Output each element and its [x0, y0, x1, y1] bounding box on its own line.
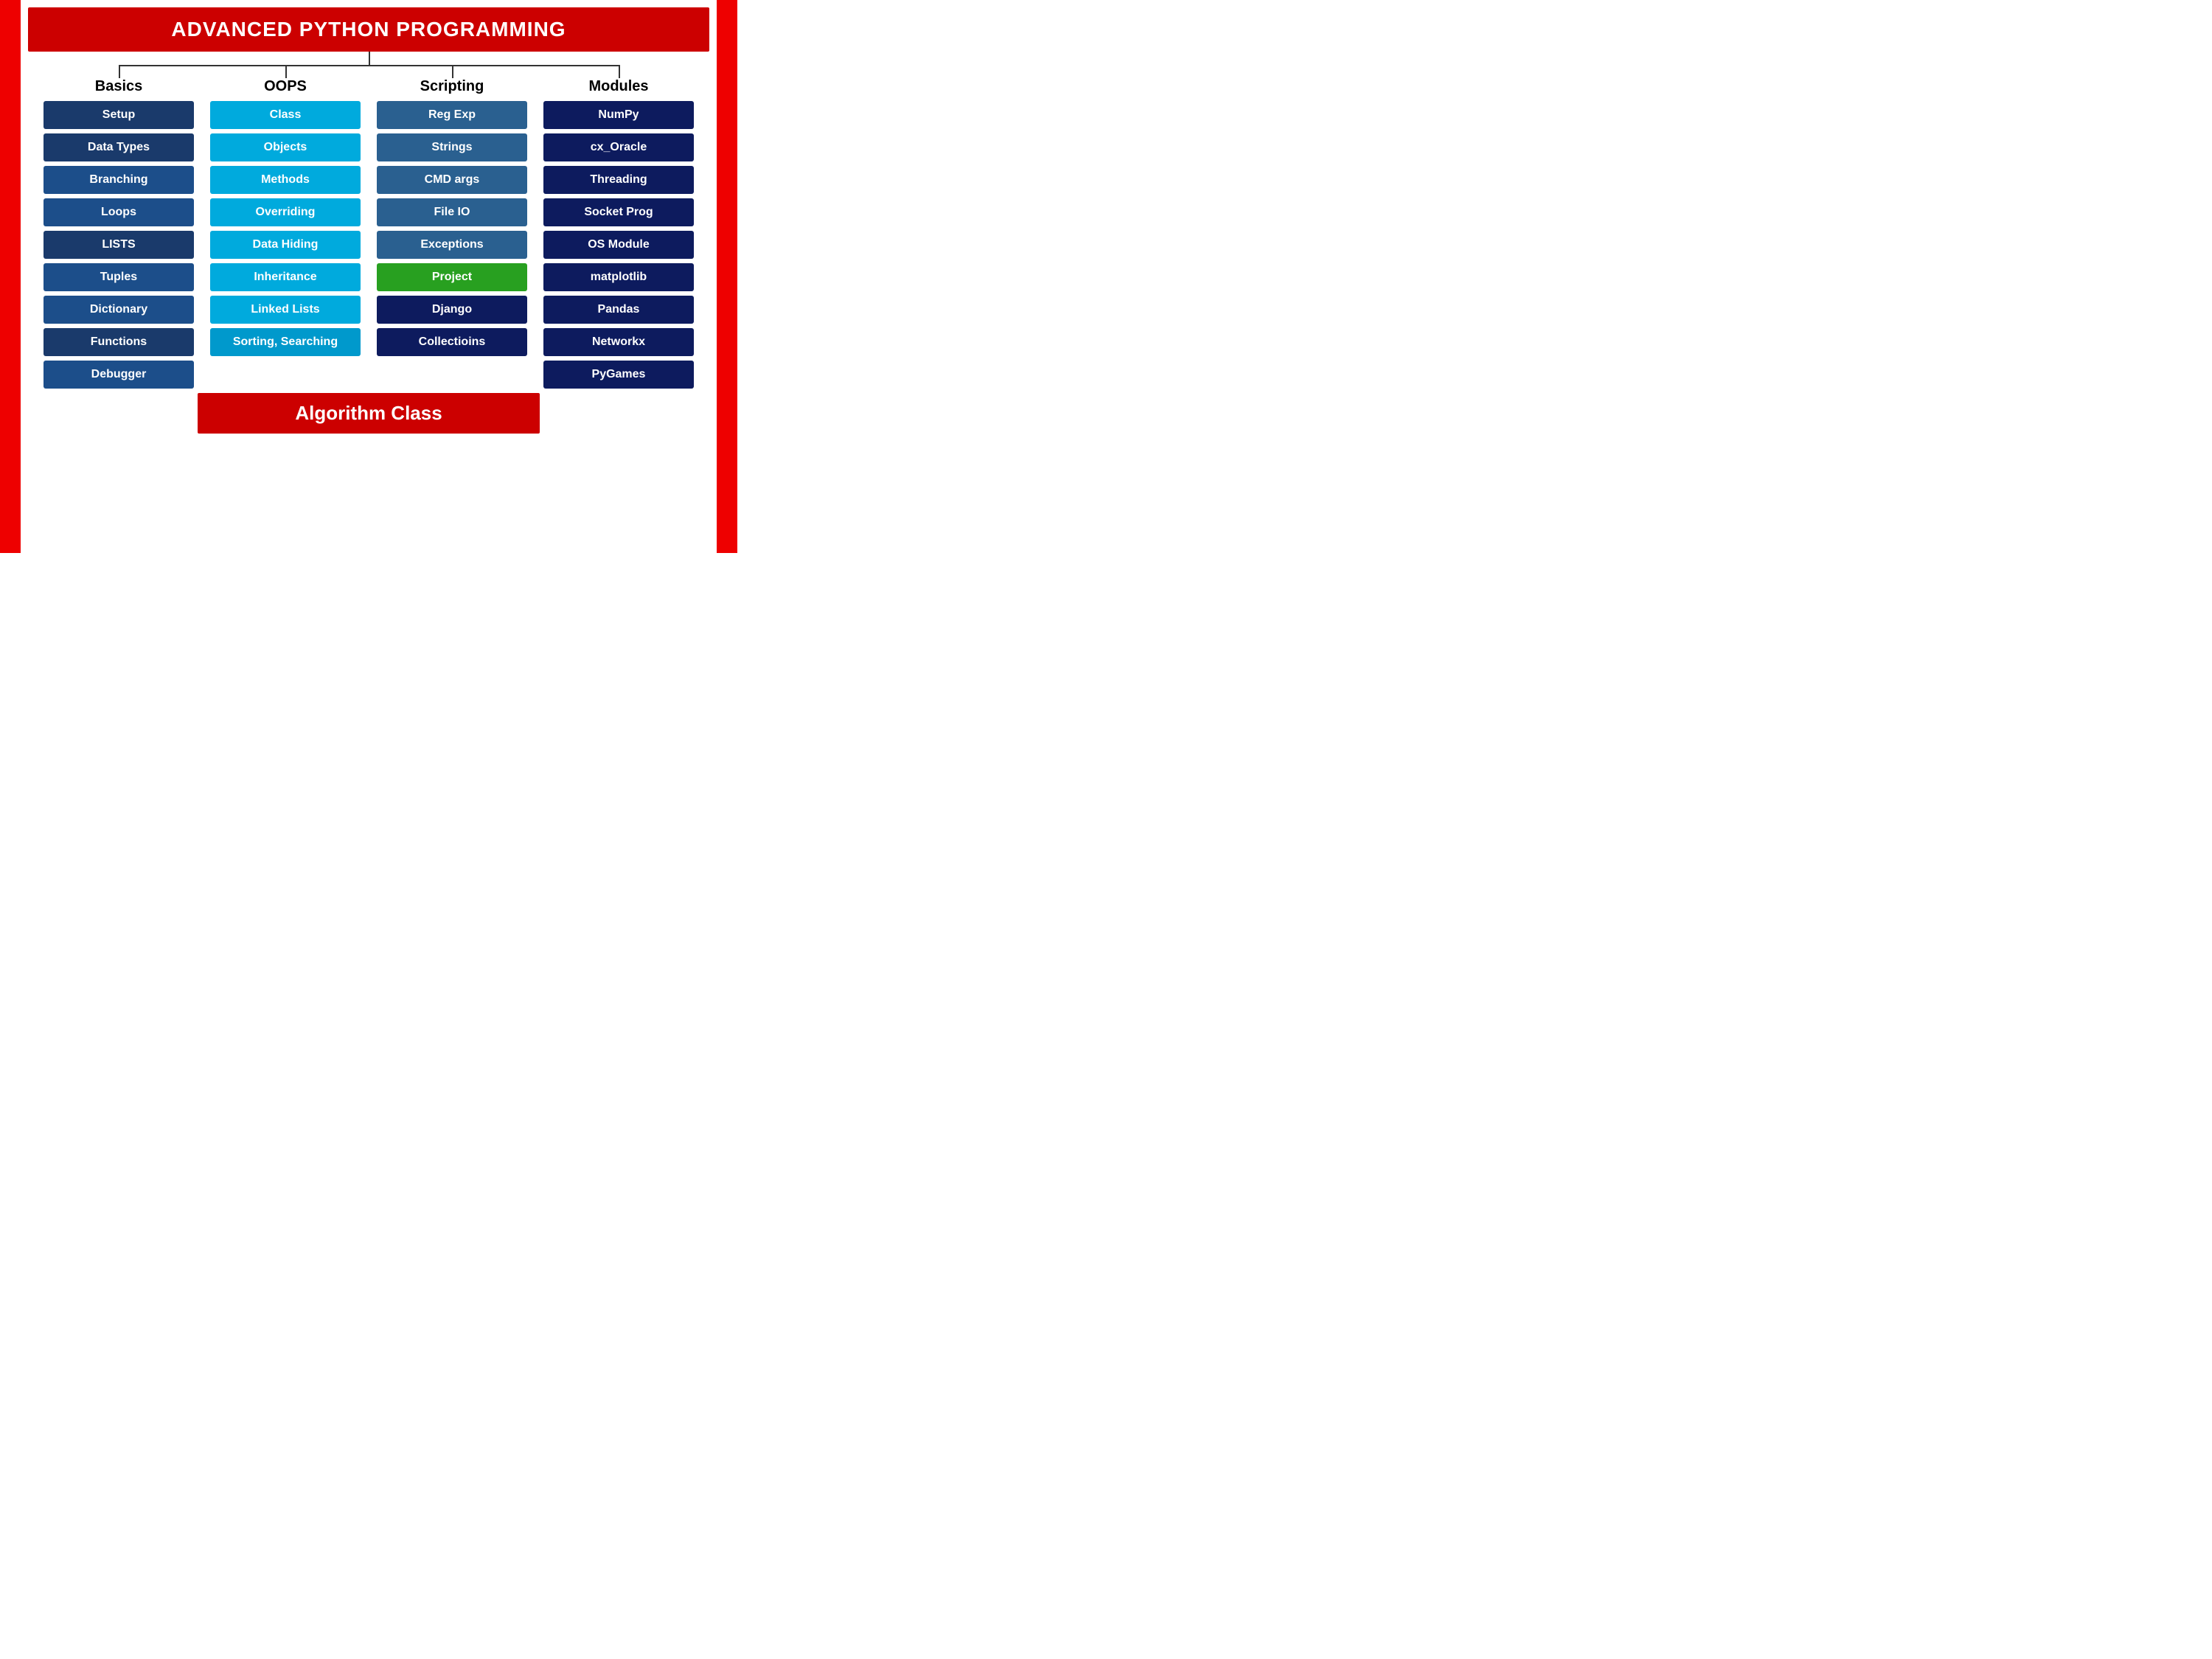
col-header-basics: Basics: [95, 78, 143, 95]
col-header-modules: Modules: [588, 78, 648, 95]
item-scripting-0[interactable]: Reg Exp: [377, 101, 526, 129]
items-list-modules: NumPy cx_Oracle Threading Socket Prog OS Mod…: [543, 101, 693, 389]
item-modules-1[interactable]: cx_Oracle: [543, 133, 693, 161]
item-basics-2[interactable]: Branching: [44, 166, 193, 194]
item-oops-2[interactable]: Methods: [210, 166, 360, 194]
item-modules-8[interactable]: PyGames: [543, 361, 693, 389]
algo-row: Algorithm Class: [35, 393, 702, 434]
page-title: ADVANCED PYTHON PROGRAMMING: [171, 18, 566, 41]
columns-area: Basics Setup Data Types Branching Loops LISTS…: [35, 78, 702, 389]
bar-right: [717, 0, 737, 553]
connector-row: [35, 65, 702, 78]
title-bar: ADVANCED PYTHON PROGRAMMING: [28, 7, 709, 52]
items-list-basics: Setup Data Types Branching Loops LISTS Tuples…: [44, 101, 193, 389]
item-oops-4[interactable]: Data Hiding: [210, 231, 360, 259]
col-header-scripting: Scripting: [420, 78, 484, 95]
item-basics-0[interactable]: Setup: [44, 101, 193, 129]
item-oops-0[interactable]: Class: [210, 101, 360, 129]
item-scripting-3[interactable]: File IO: [377, 198, 526, 226]
algo-label: Algorithm Class: [295, 402, 442, 425]
column-basics: Basics Setup Data Types Branching Loops LISTS…: [35, 78, 202, 389]
item-oops-7[interactable]: Sorting, Searching: [210, 328, 360, 356]
item-modules-7[interactable]: Networkx: [543, 328, 693, 356]
item-basics-7[interactable]: Functions: [44, 328, 193, 356]
item-scripting-1[interactable]: Strings: [377, 133, 526, 161]
item-basics-4[interactable]: LISTS: [44, 231, 193, 259]
item-oops-1[interactable]: Objects: [210, 133, 360, 161]
item-basics-5[interactable]: Tuples: [44, 263, 193, 291]
item-scripting-2[interactable]: CMD args: [377, 166, 526, 194]
bar-left: [0, 0, 21, 553]
item-scripting-5[interactable]: Project: [377, 263, 526, 291]
item-scripting-4[interactable]: Exceptions: [377, 231, 526, 259]
column-oops: OOPS Class Objects Methods Overriding Data Hi…: [202, 78, 369, 389]
column-modules: Modules NumPy cx_Oracle Threading Socket Pro…: [535, 78, 702, 389]
item-modules-5[interactable]: matplotlib: [543, 263, 693, 291]
item-modules-3[interactable]: Socket Prog: [543, 198, 693, 226]
connector-drop-2: [202, 65, 369, 78]
item-basics-3[interactable]: Loops: [44, 198, 193, 226]
item-modules-2[interactable]: Threading: [543, 166, 693, 194]
item-basics-8[interactable]: Debugger: [44, 361, 193, 389]
connector-drop-3: [369, 65, 535, 78]
item-oops-6[interactable]: Linked Lists: [210, 296, 360, 324]
item-scripting-7[interactable]: Collectioins: [377, 328, 526, 356]
item-scripting-6[interactable]: Django: [377, 296, 526, 324]
column-scripting: Scripting Reg Exp Strings CMD args File IO Ex…: [369, 78, 535, 389]
item-oops-5[interactable]: Inheritance: [210, 263, 360, 291]
items-list-scripting: Reg Exp Strings CMD args File IO Exceptions P…: [377, 101, 526, 356]
item-modules-0[interactable]: NumPy: [543, 101, 693, 129]
items-list-oops: Class Objects Methods Overriding Data Hiding…: [210, 101, 360, 356]
connector-drop-1: [35, 65, 202, 78]
item-basics-1[interactable]: Data Types: [44, 133, 193, 161]
item-basics-6[interactable]: Dictionary: [44, 296, 193, 324]
item-modules-4[interactable]: OS Module: [543, 231, 693, 259]
item-oops-3[interactable]: Overriding: [210, 198, 360, 226]
col-header-oops: OOPS: [264, 78, 307, 95]
algo-banner: Algorithm Class: [198, 393, 540, 434]
connector-drop-4: [535, 65, 702, 78]
item-modules-6[interactable]: Pandas: [543, 296, 693, 324]
